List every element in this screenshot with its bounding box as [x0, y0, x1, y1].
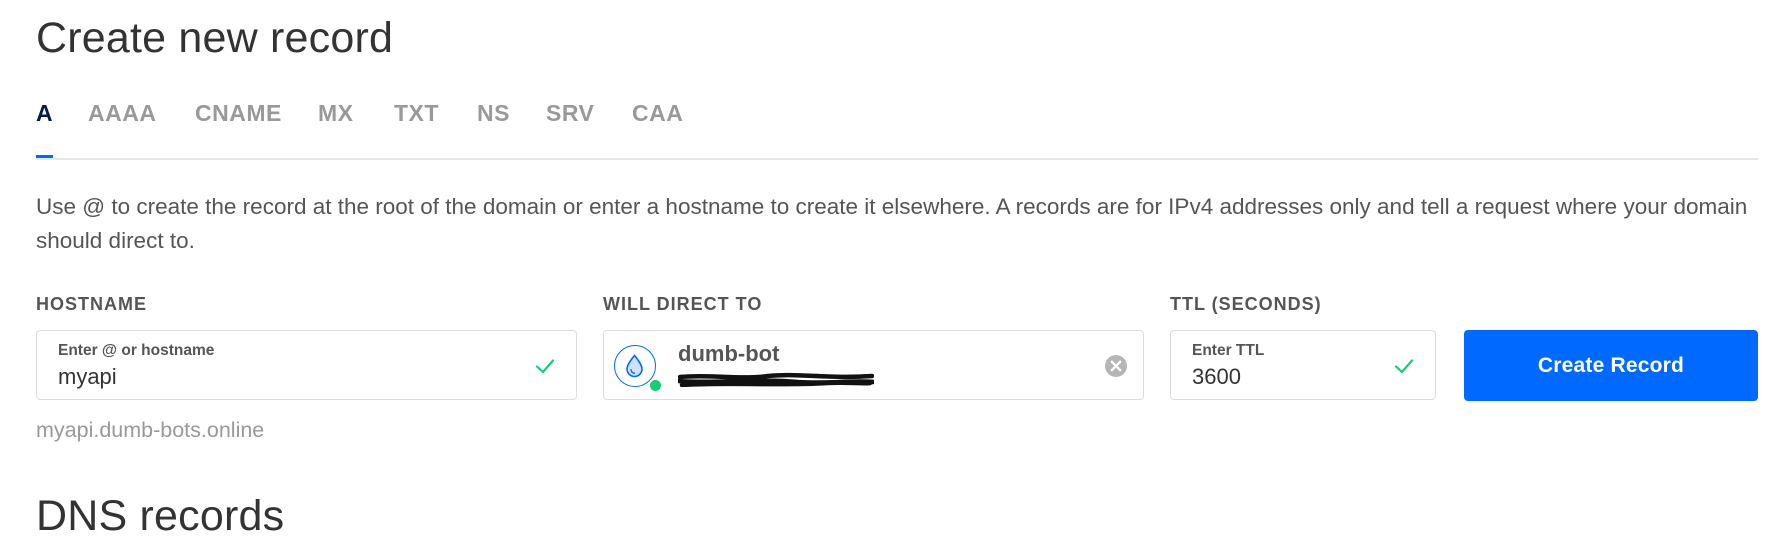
- redaction-scribble: [678, 372, 874, 387]
- hostname-value[interactable]: myapi: [58, 364, 117, 390]
- ttl-placeholder: Enter TTL: [1192, 342, 1265, 359]
- check-icon: [535, 359, 555, 374]
- tab-cname[interactable]: CNAME: [195, 100, 282, 156]
- hostname-input[interactable]: Enter @ or hostname myapi: [36, 330, 577, 400]
- create-record-button[interactable]: Create Record: [1464, 330, 1758, 401]
- status-dot: [648, 378, 663, 393]
- direct-to-select[interactable]: dumb-bot: [603, 330, 1144, 400]
- hostname-preview: myapi.dumb-bots.online: [36, 418, 265, 442]
- ttl-value[interactable]: 3600: [1192, 364, 1241, 390]
- tab-aaaa[interactable]: AAAA: [88, 100, 156, 156]
- tab-caa[interactable]: CAA: [632, 100, 683, 156]
- tab-mx[interactable]: MX: [318, 100, 354, 156]
- droplet-name: dumb-bot: [678, 341, 780, 366]
- record-description: Use @ to create the record at the root o…: [36, 194, 1748, 253]
- tab-txt[interactable]: TXT: [394, 100, 439, 156]
- page-title: Create new record: [36, 14, 394, 62]
- hostname-placeholder: Enter @ or hostname: [58, 342, 215, 359]
- ttl-label: TTL (SECONDS): [1170, 294, 1322, 314]
- clear-icon[interactable]: [1104, 354, 1128, 378]
- dns-records-title: DNS records: [36, 492, 285, 540]
- tab-a[interactable]: A: [36, 100, 54, 158]
- tab-ns[interactable]: NS: [477, 100, 510, 156]
- check-icon: [1394, 359, 1414, 374]
- tab-srv[interactable]: SRV: [546, 100, 594, 156]
- ttl-input[interactable]: Enter TTL 3600: [1170, 330, 1436, 400]
- droplet-icon: [626, 354, 643, 378]
- record-type-tabs: A AAAA CNAME MX TXT NS SRV CAA: [36, 100, 1758, 160]
- hostname-label: HOSTNAME: [36, 294, 147, 314]
- direct-to-label: WILL DIRECT TO: [603, 294, 763, 314]
